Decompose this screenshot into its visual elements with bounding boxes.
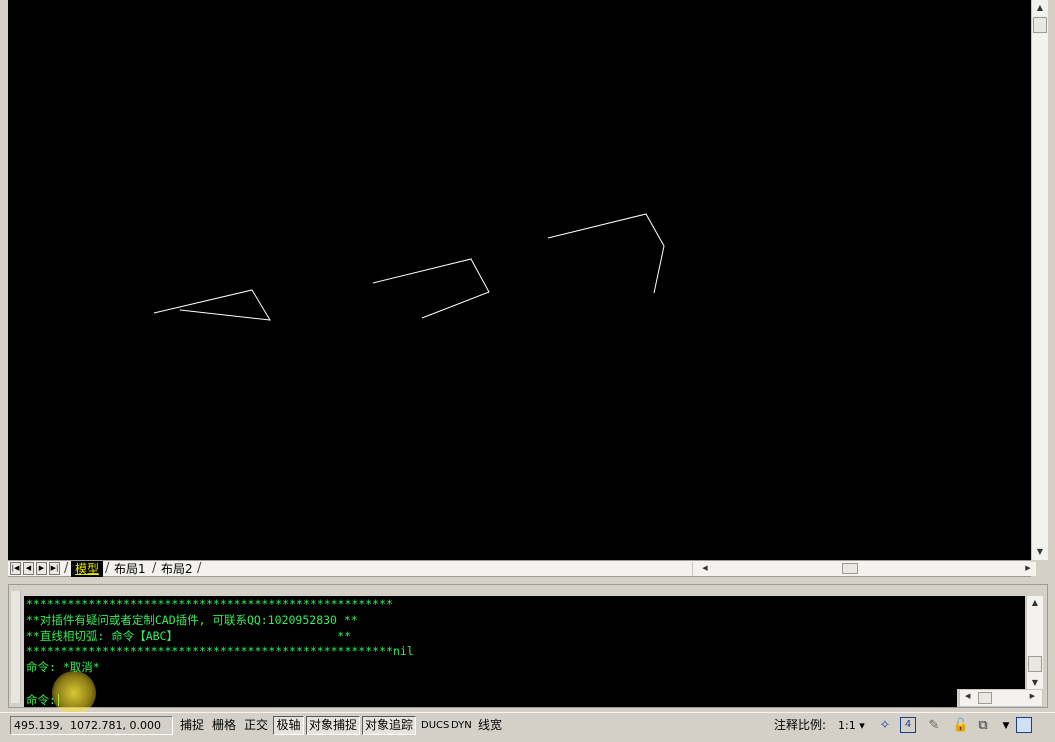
object-snap-toggle[interactable]: 对象捕捉 <box>306 716 360 735</box>
snap-toggle[interactable]: 捕捉 <box>177 716 207 735</box>
chevron-down-icon: ▾ <box>859 719 865 732</box>
history-scrollbar[interactable]: ▲ ▼ <box>1026 596 1043 689</box>
command-horizontal-scrollbar[interactable]: ◀ ▶ <box>959 689 1043 707</box>
clean-screen-icon[interactable] <box>1016 717 1032 733</box>
text-caret <box>57 693 59 706</box>
polar-toggle[interactable]: 极轴 <box>273 716 304 735</box>
command-prompt: 命令: <box>26 693 56 707</box>
canvas-horizontal-scrollbar[interactable]: ◀ ▶ <box>692 562 1036 576</box>
scroll-left-icon[interactable]: ◀ <box>965 692 970 700</box>
ducs-toggle[interactable]: DUCS <box>418 716 449 735</box>
coordinate-readout[interactable]: 495.139, 1072.781, 0.000 <box>10 716 173 735</box>
first-tab-icon[interactable]: |◀ <box>10 562 21 575</box>
scroll-right-icon[interactable]: ▶ <box>1022 562 1034 575</box>
command-history: ****************************************… <box>24 596 1025 689</box>
object-tracking-toggle[interactable]: 对象追踪 <box>362 716 416 735</box>
lineweight-toggle[interactable]: 线宽 <box>474 716 506 735</box>
scroll-right-icon[interactable]: ▶ <box>1030 692 1035 700</box>
annotation-visibility-icon[interactable]: ✧ <box>876 717 894 735</box>
auto-scale-icon[interactable]: 4 <box>900 717 916 733</box>
polyline-3[interactable] <box>547 213 665 294</box>
scroll-up-icon[interactable]: ▲ <box>1027 598 1043 607</box>
statusbar-menu-icon[interactable]: ▼ <box>997 717 1015 735</box>
scroll-thumb[interactable] <box>1033 17 1047 33</box>
scroll-down-icon[interactable]: ▼ <box>1027 678 1043 687</box>
scroll-thumb[interactable] <box>842 563 858 574</box>
history-line: **对插件有疑问或者定制CAD插件, 可联系QQ:1020952830 ** <box>26 612 358 627</box>
cad-window: ▲ ▼ |◀ ◀ ▶ ▶| / 模型 / 布局1 / 布局2 / ◀ ▶ ***… <box>0 0 1055 742</box>
scroll-down-icon[interactable]: ▼ <box>1032 544 1048 560</box>
ortho-toggle[interactable]: 正交 <box>241 716 271 735</box>
annotation-scale-dropdown[interactable]: 1:1 ▾ <box>838 716 865 735</box>
tab-separator: / <box>197 561 202 576</box>
command-window: ****************************************… <box>8 584 1048 708</box>
polyline-1[interactable] <box>153 289 271 321</box>
grid-toggle[interactable]: 栅格 <box>209 716 239 735</box>
command-window-grip[interactable] <box>11 591 21 703</box>
history-line: ****************************************… <box>26 597 393 611</box>
dyn-toggle[interactable]: DYN <box>448 716 472 735</box>
annotation-scale-label: 注释比例: <box>774 718 827 732</box>
layout-tab-bar: |◀ ◀ ▶ ▶| / 模型 / 布局1 / 布局2 / ◀ ▶ <box>8 560 1036 577</box>
last-tab-icon[interactable]: ▶| <box>49 562 60 575</box>
prev-tab-icon[interactable]: ◀ <box>23 562 34 575</box>
tab-separator: / <box>105 561 110 576</box>
tab-layout1[interactable]: 布局1 <box>110 561 150 577</box>
history-line: 命令: *取消* <box>26 660 100 675</box>
isolate-objects-icon[interactable]: ⧉ <box>974 717 992 735</box>
history-line: ****************************************… <box>26 644 414 659</box>
drawing-canvas[interactable] <box>8 0 1031 560</box>
tab-separator: / <box>152 561 157 576</box>
next-tab-icon[interactable]: ▶ <box>36 562 47 575</box>
status-bar: 495.139, 1072.781, 0.000 捕捉 栅格 正交 极轴 对象捕… <box>0 712 1055 742</box>
drawing-svg <box>153 213 665 321</box>
scroll-up-icon[interactable]: ▲ <box>1032 0 1048 16</box>
command-input[interactable]: 命令: <box>24 689 957 707</box>
polyline-2[interactable] <box>372 258 490 319</box>
tab-layout2[interactable]: 布局2 <box>157 561 197 577</box>
tab-separator: / <box>64 561 69 576</box>
tab-model[interactable]: 模型 <box>71 561 104 577</box>
annotation-scale-value: 1:1 <box>838 719 856 732</box>
scroll-left-icon[interactable]: ◀ <box>699 562 711 575</box>
scroll-thumb[interactable] <box>1028 656 1042 672</box>
lock-icon[interactable]: 🔓 <box>952 717 970 735</box>
workspace-icon[interactable]: ✎ <box>925 717 943 735</box>
scroll-thumb[interactable] <box>978 692 992 704</box>
history-line: **直线相切弧: 命令【ABC】 ** <box>26 628 352 643</box>
canvas-vertical-scrollbar[interactable]: ▲ ▼ <box>1031 0 1048 560</box>
